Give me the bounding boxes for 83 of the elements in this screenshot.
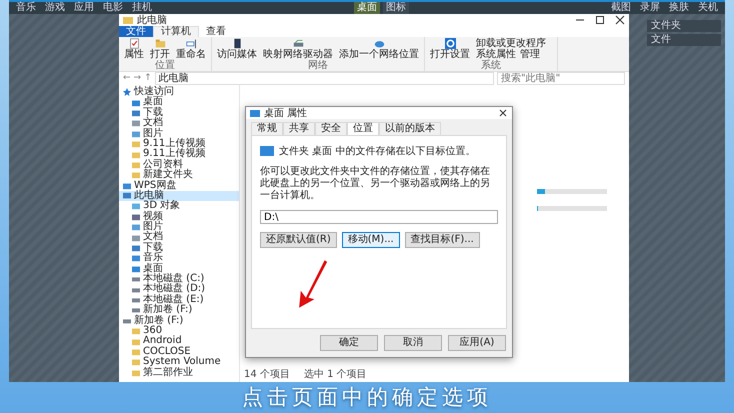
ribbon-tab[interactable]: 查看 [199, 26, 233, 37]
toolbar-button[interactable]: 挂机 [129, 2, 155, 14]
nav-item[interactable]: 文档 [119, 232, 239, 243]
drive-usage-bar [537, 189, 607, 194]
toolbar-button[interactable]: 换肤 [666, 2, 692, 14]
nav-item[interactable]: 3D 对象 [119, 201, 239, 212]
toolbar-tab[interactable]: 图标 [383, 2, 409, 14]
toolbar-button[interactable]: 游戏 [42, 2, 68, 14]
ribbon-button[interactable]: 管理 [518, 49, 542, 60]
toolbar-button[interactable]: 截图 [608, 2, 634, 14]
caption-text: 点击页面中的确定选项 [242, 384, 492, 411]
nav-item[interactable]: 9.11上传视频 [119, 149, 239, 160]
nav-item[interactable]: System Volume [119, 357, 239, 368]
info-text: 文件夹 桌面 中的文件存储在以下目标位置。 [279, 144, 476, 158]
folder-icon [123, 15, 133, 25]
device-icon [232, 38, 242, 49]
toolbar-button[interactable]: 关机 [695, 2, 721, 14]
ribbon-button[interactable]: 属性 [122, 38, 146, 61]
toolbar-button[interactable]: 应用 [71, 2, 97, 14]
drive-usage-bar [537, 206, 607, 211]
ribbon-button[interactable]: 系统属性 [474, 49, 518, 60]
dialog-button[interactable]: 取消 [384, 335, 442, 351]
toolbar-button[interactable]: 录屏 [637, 2, 663, 14]
close-icon[interactable] [615, 15, 625, 25]
folder-icon [250, 108, 260, 118]
toolbar-tab[interactable]: 桌面 [354, 2, 380, 14]
ribbon-button[interactable]: 添加一个网络位置 [337, 38, 421, 61]
star-icon [123, 88, 131, 96]
nav-item[interactable]: COCLOSE [119, 346, 239, 358]
dialog-tab[interactable]: 常规 [251, 122, 283, 135]
nav-item[interactable]: WPS网盘 [119, 180, 239, 191]
cloud-icon [374, 38, 384, 49]
navigation-button[interactable]: ← [123, 73, 131, 84]
dialog-button[interactable]: 确定 [320, 335, 378, 351]
dialog-tab[interactable]: 以前的版本 [379, 122, 441, 135]
nav-item[interactable]: 音乐 [119, 253, 239, 264]
ribbon-button[interactable]: 打开 [148, 38, 172, 61]
nav-item[interactable]: Android [119, 336, 239, 347]
nav-item[interactable]: 本地磁盘 (D:) [119, 284, 239, 295]
ribbon-button[interactable]: 访问媒体 [215, 38, 259, 61]
panel-item[interactable]: 文件 [647, 34, 721, 46]
description-text: 你可以更改此文件夹中文件的存储位置，使其存储在此硬盘上的另一个位置、另一个驱动器或网络上的另一台计算机。 [260, 166, 491, 202]
folder-icon [154, 38, 166, 49]
dialog-button[interactable]: 还原默认值(R) [260, 232, 337, 248]
drive-icon [292, 38, 304, 49]
ribbon-tab[interactable]: 文件 [119, 26, 153, 37]
ribbon-button[interactable]: 映射网络驱动器 [261, 38, 335, 61]
group-label: 网络 [308, 61, 328, 71]
nav-item[interactable]: 文档 [119, 118, 239, 129]
dialog-tab[interactable]: 位置 [347, 122, 379, 135]
ribbon-tab[interactable]: 计算机 [153, 26, 199, 37]
window-title: 此电脑 [137, 14, 167, 26]
nav-item[interactable]: 360 [119, 326, 239, 336]
navigation-button[interactable]: → [134, 73, 142, 84]
ribbon-button[interactable]: 卸载或更改程序 [474, 38, 548, 49]
navigation-button[interactable]: ↑ [144, 73, 152, 84]
dialog-button[interactable]: 应用(A) [448, 335, 506, 351]
nav-item[interactable]: 桌面 [119, 97, 239, 108]
address-bar[interactable]: 此电脑 [154, 72, 494, 85]
toolbar-button[interactable]: 音乐 [13, 2, 39, 14]
computer-icon [123, 192, 131, 200]
desktop-icon [260, 146, 274, 156]
nav-item[interactable]: 图片 [119, 128, 239, 139]
ribbon-button[interactable]: 打开设置 [428, 38, 472, 61]
dialog-title: 桌面 属性 [264, 106, 308, 120]
maximize-icon[interactable] [595, 15, 605, 25]
dialog-tab[interactable]: 共享 [283, 122, 315, 135]
nav-item[interactable]: 第二部作业 [119, 368, 239, 378]
path-field[interactable]: D:\ [260, 210, 498, 224]
status-text: 14 个项目 [244, 369, 290, 381]
nav-item[interactable]: 新建文件夹 [119, 170, 239, 181]
nav-item[interactable]: 新加卷 (F:) [119, 316, 239, 326]
toolbar-button[interactable]: 电影 [100, 2, 126, 14]
ribbon-button[interactable]: 重命名 [174, 38, 208, 61]
dialog-tab[interactable]: 安全 [315, 122, 347, 135]
panel-item[interactable]: 文件夹 [647, 20, 721, 32]
group-label: 系统 [481, 61, 501, 71]
close-icon[interactable] [498, 108, 508, 118]
dialog-button[interactable]: 移动(M)... [342, 232, 400, 248]
dialog-button[interactable]: 查找目标(F)... [404, 232, 480, 248]
nav-item[interactable]: 新加卷 (F:) [119, 305, 239, 316]
status-text: 选中 1 个项目 [304, 369, 367, 381]
group-label: 位置 [155, 61, 175, 71]
